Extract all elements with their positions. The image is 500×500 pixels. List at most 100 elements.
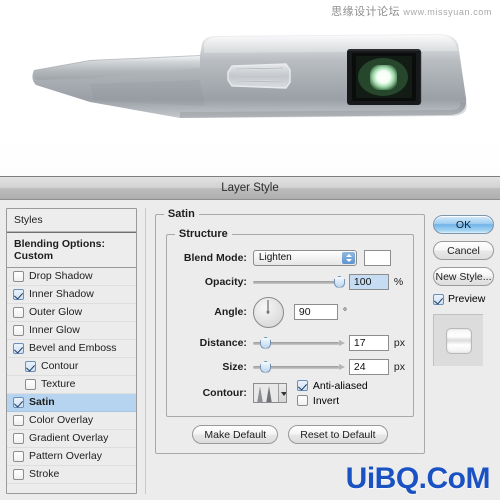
make-default-button[interactable]: Make Default — [192, 425, 279, 444]
dialog-actions-panel: OK Cancel New Style... Preview — [433, 208, 494, 494]
style-item-checkbox[interactable] — [13, 307, 24, 318]
style-item-checkbox[interactable] — [13, 271, 24, 282]
style-item-checkbox[interactable] — [13, 325, 24, 336]
distance-unit: px — [393, 336, 405, 349]
cancel-button[interactable]: Cancel — [433, 241, 494, 260]
blend-mode-value: Lighten — [258, 252, 292, 263]
style-item-label: Satin — [29, 396, 55, 409]
styles-panel: Styles Blending Options: Custom Drop Sha… — [6, 208, 137, 494]
style-item-label: Inner Glow — [29, 324, 80, 337]
angle-label: Angle: — [214, 306, 247, 318]
style-item-pattern-overlay[interactable]: Pattern Overlay — [7, 448, 136, 466]
distance-label: Distance: — [199, 336, 247, 349]
style-item-label: Bevel and Emboss — [29, 342, 117, 355]
style-item-checkbox[interactable] — [13, 415, 24, 426]
preview-row[interactable]: Preview — [433, 293, 494, 305]
style-item-checkbox[interactable] — [13, 397, 24, 408]
style-item-label: Inner Shadow — [29, 288, 94, 301]
satin-fieldset: Satin Structure Blend Mode: Lighten Opac… — [154, 208, 425, 454]
distance-row: Distance: 17 px — [175, 332, 405, 353]
size-row: Size: 24 px — [175, 356, 405, 377]
structure-legend: Structure — [174, 228, 232, 240]
size-slider[interactable] — [252, 360, 345, 374]
angle-value-field[interactable]: 90 — [293, 304, 338, 320]
style-item-checkbox[interactable] — [13, 343, 24, 354]
styles-list: Drop Shadow Inner Shadow Outer Glow Inner G… — [7, 268, 136, 484]
distance-slider-thumb[interactable] — [260, 336, 272, 349]
style-item-checkbox[interactable] — [13, 469, 24, 480]
style-item-drop-shadow[interactable]: Drop Shadow — [7, 268, 136, 286]
style-item-checkbox[interactable] — [13, 433, 24, 444]
style-item-checkbox[interactable] — [13, 289, 24, 300]
style-item-checkbox[interactable] — [13, 451, 24, 462]
distance-value-field[interactable]: 17 — [348, 334, 389, 351]
reset-to-default-button[interactable]: Reset to Default — [288, 425, 388, 444]
style-item-checkbox[interactable] — [25, 361, 36, 372]
style-item-bevel-and-emboss[interactable]: Bevel and Emboss — [7, 340, 136, 358]
styles-panel-header: Styles — [7, 209, 136, 232]
satin-settings-panel: Satin Structure Blend Mode: Lighten Opac… — [144, 208, 425, 494]
style-item-label: Drop Shadow — [29, 270, 93, 283]
style-item-label: Contour — [41, 360, 79, 373]
product-photo-area: 思缘设计论坛 www.missyuan.com — [0, 0, 500, 176]
contour-preset-thumbnail[interactable] — [252, 383, 287, 403]
satin-color-swatch[interactable] — [363, 249, 391, 266]
style-item-stroke[interactable]: Stroke — [7, 466, 136, 484]
style-item-label: Color Overlay — [29, 414, 94, 427]
default-buttons-group: Make Default Reset to Default — [166, 425, 414, 444]
size-unit: px — [393, 360, 405, 373]
styles-list-filler — [7, 484, 136, 493]
style-item-label: Stroke — [29, 468, 60, 481]
opacity-label: Opacity: — [204, 275, 247, 288]
size-label: Size: — [222, 360, 247, 373]
invert-row[interactable]: Invert — [296, 395, 368, 407]
size-value-field[interactable]: 24 — [348, 358, 389, 375]
opacity-slider-thumb[interactable] — [333, 275, 345, 288]
distance-slider[interactable] — [252, 336, 345, 350]
opacity-unit: % — [393, 275, 404, 288]
preview-checkbox[interactable] — [433, 293, 444, 305]
anti-aliased-checkbox[interactable] — [296, 380, 308, 391]
opacity-row: Opacity: 100 % — [175, 271, 405, 292]
style-item-label: Texture — [41, 378, 76, 391]
watermark-site-url: www.missyuan.com — [403, 7, 492, 17]
style-item-checkbox[interactable] — [25, 379, 36, 390]
preview-thumbnail-box — [433, 314, 483, 366]
style-item-color-overlay[interactable]: Color Overlay — [7, 412, 136, 430]
blend-mode-label: Blend Mode: — [183, 251, 247, 264]
invert-checkbox[interactable] — [296, 395, 308, 406]
style-item-label: Gradient Overlay — [29, 432, 109, 445]
angle-unit: ° — [342, 306, 348, 318]
style-item-contour[interactable]: Contour — [7, 358, 136, 376]
contour-dropdown-arrow-icon[interactable] — [277, 384, 286, 402]
brushed-metal-device-image — [30, 22, 475, 132]
size-slider-thumb[interactable] — [260, 360, 272, 373]
chevron-updown-icon — [341, 251, 355, 264]
satin-legend: Satin — [163, 208, 199, 220]
style-item-inner-shadow[interactable]: Inner Shadow — [7, 286, 136, 304]
watermark-chinese-text: 思缘设计论坛 — [331, 6, 401, 18]
style-item-texture[interactable]: Texture — [7, 376, 136, 394]
blending-options-item[interactable]: Blending Options: Custom — [7, 232, 136, 268]
blend-mode-select[interactable]: Lighten — [252, 249, 357, 266]
new-style-button[interactable]: New Style... — [433, 267, 494, 286]
style-item-inner-glow[interactable]: Inner Glow — [7, 322, 136, 340]
angle-dial[interactable] — [252, 296, 284, 328]
style-item-gradient-overlay[interactable]: Gradient Overlay — [7, 430, 136, 448]
dialog-titlebar[interactable]: Layer Style — [0, 177, 500, 200]
preview-label: Preview — [448, 293, 486, 305]
ok-button[interactable]: OK — [433, 215, 494, 234]
opacity-value-field[interactable]: 100 — [348, 273, 389, 290]
contour-row: Contour: Anti-aliased Invert — [175, 379, 405, 407]
style-item-satin[interactable]: Satin — [7, 394, 136, 412]
anti-aliased-row[interactable]: Anti-aliased — [296, 379, 368, 392]
structure-fieldset: Structure Blend Mode: Lighten Opacity: 1… — [165, 228, 414, 417]
style-item-outer-glow[interactable]: Outer Glow — [7, 304, 136, 322]
watermark-bottom: UiBQ.CoM — [345, 462, 491, 495]
opacity-slider[interactable] — [252, 275, 345, 289]
angle-dial-hub — [266, 310, 270, 314]
layer-style-dialog: Layer Style Styles Blending Options: Cus… — [0, 176, 500, 500]
anti-aliased-label: Anti-aliased — [312, 379, 368, 392]
dialog-title: Layer Style — [221, 182, 279, 194]
contour-label: Contour: — [202, 387, 247, 399]
